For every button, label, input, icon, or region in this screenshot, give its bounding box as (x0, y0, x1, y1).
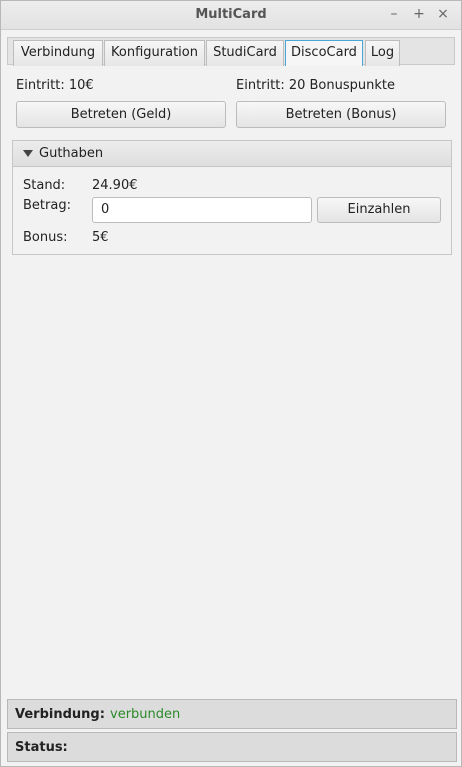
collapse-triangle-icon (23, 150, 33, 157)
status-label: Status: (15, 740, 68, 755)
enter-bonus-button[interactable]: Betreten (Bonus) (236, 101, 446, 128)
connection-status-bar: Verbindung: verbunden (7, 699, 457, 729)
tab-log[interactable]: Log (365, 40, 400, 66)
connection-status-value: verbunden (110, 707, 181, 722)
betrag-label: Betrag: (23, 198, 71, 213)
deposit-button[interactable]: Einzahlen (317, 197, 441, 223)
tab-discocard[interactable]: DiscoCard (285, 40, 363, 66)
title-bar: MultiCard – + × (1, 1, 461, 30)
bonus-label: Bonus: (23, 230, 68, 245)
bonus-value: 5€ (92, 230, 109, 245)
balance-panel-header[interactable]: Guthaben (13, 141, 451, 167)
tab-konfiguration[interactable]: Konfiguration (104, 40, 205, 66)
enter-money-button[interactable]: Betreten (Geld) (16, 101, 226, 128)
balance-panel-title: Guthaben (39, 146, 104, 161)
stand-label: Stand: (23, 178, 66, 193)
tab-studicard[interactable]: StudiCard (206, 40, 284, 66)
entry-bonus-label: Eintritt: 20 Bonuspunkte (236, 78, 395, 93)
tab-verbindung[interactable]: Verbindung (13, 40, 103, 66)
balance-panel: Guthaben Stand: 24.90€ Betrag: 0 Einzahl… (12, 140, 452, 255)
entry-money-label: Eintritt: 10€ (16, 78, 94, 93)
betrag-input[interactable]: 0 (92, 197, 312, 223)
stand-value: 24.90€ (92, 178, 138, 193)
minimize-button[interactable]: – (385, 5, 403, 23)
maximize-button[interactable]: + (410, 5, 428, 23)
app-window: MultiCard – + × Verbindung Konfiguration… (0, 0, 462, 767)
connection-status-label: Verbindung: (15, 707, 105, 722)
close-button[interactable]: × (434, 5, 452, 23)
tab-bar: Verbindung Konfiguration StudiCard Disco… (7, 37, 455, 66)
status-bar: Status: (7, 732, 457, 762)
